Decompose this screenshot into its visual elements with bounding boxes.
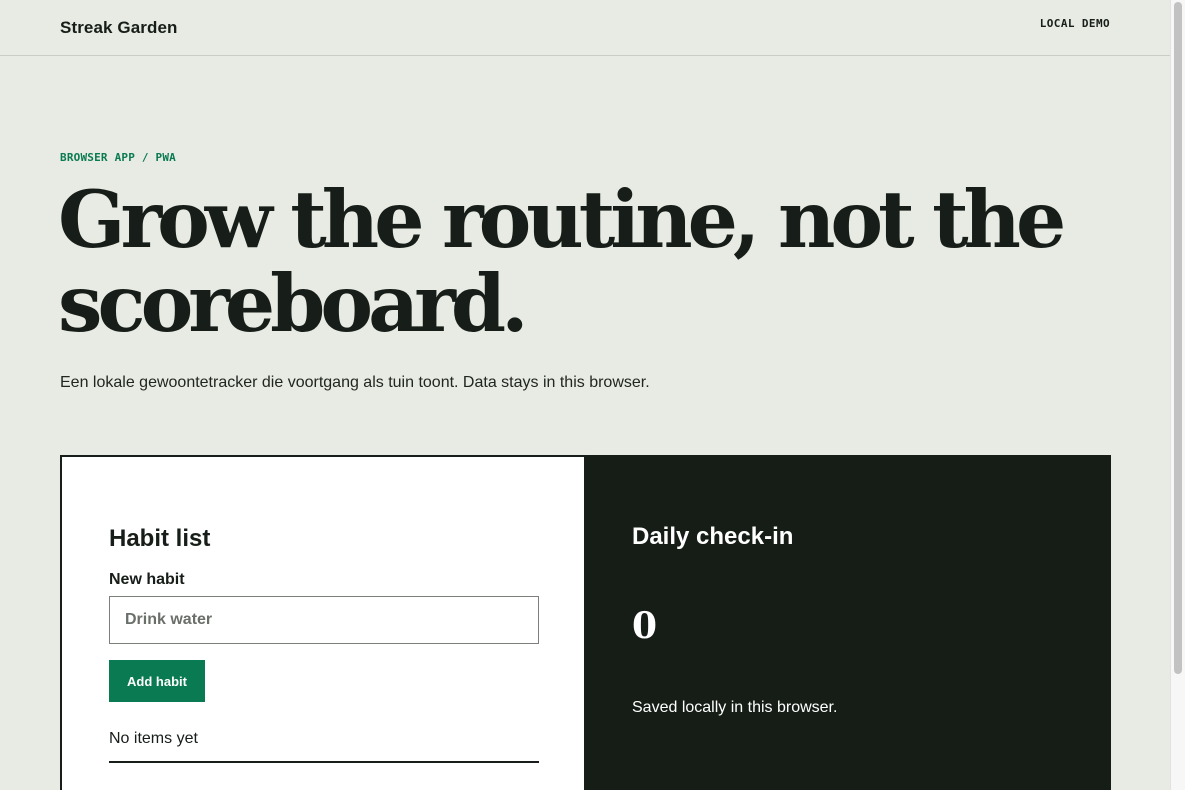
local-demo-badge: LOCAL DEMO: [1039, 17, 1110, 30]
daily-checkin-title: Daily check-in: [632, 523, 794, 550]
brand-name[interactable]: Streak Garden: [60, 18, 178, 38]
new-habit-input[interactable]: [109, 596, 539, 644]
scrollbar-thumb[interactable]: [1174, 2, 1182, 674]
new-habit-label: New habit: [109, 571, 185, 588]
saved-locally-note: Saved locally in this browser.: [632, 699, 838, 716]
lead-text: Een lokale gewoontetracker die voortgang…: [60, 374, 650, 391]
top-bar: Streak Garden LOCAL DEMO: [0, 0, 1170, 56]
daily-checkin-panel: Daily check-in 0 Saved locally in this b…: [586, 455, 1111, 790]
app-card: Habit list New habit Add habit No items …: [60, 455, 1111, 790]
habit-list-panel: Habit list New habit Add habit No items …: [60, 455, 586, 790]
habit-list-title: Habit list: [109, 525, 211, 552]
page-scrollbar[interactable]: [1170, 0, 1185, 790]
page: Streak Garden LOCAL DEMO BROWSER APP / P…: [0, 0, 1185, 790]
add-habit-button[interactable]: Add habit: [109, 660, 205, 702]
eyebrow-label: BROWSER APP / PWA: [60, 151, 176, 164]
page-headline: Grow the routine, not the scoreboard.: [58, 173, 1066, 350]
habit-list-empty-state: No items yet: [109, 730, 539, 763]
checkin-count: 0: [632, 605, 658, 647]
